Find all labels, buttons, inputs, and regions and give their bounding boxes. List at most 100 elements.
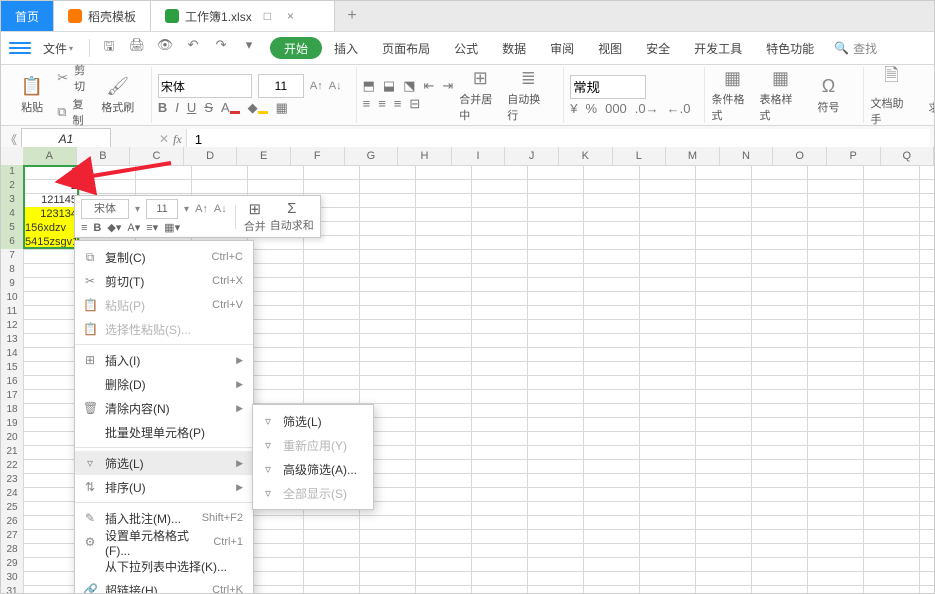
col-header-H[interactable]: H [398, 147, 452, 165]
cell-A6[interactable]: 5415zsgv1s [23, 235, 79, 249]
qat-dropdown[interactable]: ▾ [240, 37, 258, 59]
row-header-29[interactable]: 29 [1, 557, 24, 572]
ribbontab-layout[interactable]: 页面布局 [370, 32, 442, 64]
mini-font-name[interactable]: 宋体 [81, 199, 129, 219]
mini-dec-font-icon[interactable]: A↓ [214, 203, 227, 215]
dec-dec-icon[interactable]: ←.0 [667, 101, 691, 116]
percent-icon[interactable]: % [586, 101, 598, 116]
comma-icon[interactable]: 000 [605, 101, 627, 116]
align-left-icon[interactable]: ≡ [363, 96, 371, 112]
ribbontab-start[interactable]: 开始 [270, 37, 322, 59]
ribbontab-review[interactable]: 审阅 [538, 32, 586, 64]
row-header-6[interactable]: 6 [1, 235, 24, 250]
ctx-复制(C)[interactable]: ⧉复制(C)Ctrl+C [75, 245, 253, 269]
row-header-12[interactable]: 12 [1, 319, 24, 334]
row-header-4[interactable]: 4 [1, 207, 24, 222]
row-header-8[interactable]: 8 [1, 263, 24, 278]
tab-home[interactable]: 首页 [1, 1, 54, 31]
row-header-15[interactable]: 15 [1, 361, 24, 376]
ctx-超链接(H)...[interactable]: 🔗超链接(H)...Ctrl+K [75, 578, 253, 593]
mini-merge-button[interactable]: ⊞合并 [244, 200, 266, 234]
font-color-button[interactable]: A [221, 100, 240, 116]
row-header-25[interactable]: 25 [1, 501, 24, 516]
col-header-N[interactable]: N [720, 147, 774, 165]
strike-button[interactable]: S [204, 100, 213, 116]
col-header-O[interactable]: O [773, 147, 827, 165]
ctx-排序(U)[interactable]: ⇅排序(U)▶ [75, 475, 253, 499]
ribbontab-features[interactable]: 特色功能 [754, 32, 826, 64]
row-header-24[interactable]: 24 [1, 487, 24, 502]
indent-inc-icon[interactable]: ⇥ [442, 78, 453, 94]
col-header-A[interactable]: A [23, 147, 77, 165]
ribbontab-insert[interactable]: 插入 [322, 32, 370, 64]
row-header-23[interactable]: 23 [1, 473, 24, 488]
align-center-icon[interactable]: ≡ [378, 96, 386, 112]
number-format-select[interactable] [570, 75, 646, 99]
wrap-text-button[interactable]: ≣自动换行 [507, 68, 549, 123]
row-header-31[interactable]: 31 [1, 585, 24, 593]
dec-inc-icon[interactable]: .0→ [635, 101, 659, 116]
mini-bold-icon[interactable]: B [93, 222, 101, 234]
ctx-从下拉列表中选择(K)...[interactable]: 从下拉列表中选择(K)... [75, 554, 253, 578]
merge-split-icon[interactable]: ⊟ [409, 96, 420, 112]
row-header-26[interactable]: 26 [1, 515, 24, 530]
doc-assistant-button[interactable]: 🗎文档助手 [870, 63, 912, 127]
col-header-C[interactable]: C [130, 147, 184, 165]
row-header-17[interactable]: 17 [1, 389, 24, 404]
formula-input[interactable] [186, 129, 930, 149]
ribbontab-security[interactable]: 安全 [634, 32, 682, 64]
col-header-J[interactable]: J [505, 147, 559, 165]
file-menu[interactable]: 文件▾ [37, 40, 79, 57]
row-header-9[interactable]: 9 [1, 277, 24, 292]
ctx-插入(I)[interactable]: ⊞插入(I)▶ [75, 348, 253, 372]
spreadsheet-grid[interactable]: ABCDEFGHIJKLMNOPQ 1234567891011121314151… [1, 147, 934, 593]
merge-center-button[interactable]: ⊞合并居中 [459, 68, 501, 123]
row-header-2[interactable]: 2 [1, 179, 24, 194]
column-headers[interactable]: ABCDEFGHIJKLMNOPQ [23, 147, 934, 166]
cond-format-button[interactable]: ▦条件格式 [711, 68, 753, 123]
row-header-13[interactable]: 13 [1, 333, 24, 348]
hamburger-icon[interactable] [7, 38, 33, 58]
cell-A1[interactable]: 1 [23, 165, 79, 179]
sub-筛选(L)[interactable]: ▿筛选(L) [253, 409, 373, 433]
cell-A2[interactable]: 2 [23, 179, 79, 193]
sum-button[interactable]: Σ求和 [918, 76, 935, 115]
print-icon[interactable]: 🖨 [128, 37, 146, 59]
align-top-icon[interactable]: ⬒ [363, 78, 375, 94]
copy-button[interactable]: ⧉复制 [57, 96, 92, 128]
row-header-11[interactable]: 11 [1, 305, 24, 320]
mini-autosum-button[interactable]: Σ自动求和 [270, 200, 314, 233]
table-style-button[interactable]: ▦表格样式 [759, 68, 801, 123]
mini-fontcolor-icon[interactable]: A▾ [127, 221, 140, 234]
col-header-E[interactable]: E [237, 147, 291, 165]
row-header-1[interactable]: 1 [1, 165, 24, 180]
row-header-19[interactable]: 19 [1, 417, 24, 432]
fx-icon[interactable]: fx [173, 132, 182, 147]
col-header-Q[interactable]: Q [881, 147, 935, 165]
dec-font-icon[interactable]: A↓ [329, 80, 342, 92]
bold-button[interactable]: B [158, 100, 167, 116]
border-button[interactable]: ▦ [276, 100, 288, 116]
inc-font-icon[interactable]: A↑ [310, 80, 323, 92]
col-header-L[interactable]: L [613, 147, 667, 165]
row-header-30[interactable]: 30 [1, 571, 24, 586]
align-middle-icon[interactable]: ⬓ [383, 78, 395, 94]
new-tab-button[interactable]: + [335, 1, 369, 31]
currency-icon[interactable]: ¥ [570, 101, 577, 116]
row-header-28[interactable]: 28 [1, 543, 24, 558]
row-header-27[interactable]: 27 [1, 529, 24, 544]
col-header-K[interactable]: K [559, 147, 613, 165]
format-painter-button[interactable]: 🖌格式刷 [99, 76, 137, 115]
popout-icon[interactable]: □ [264, 9, 271, 23]
ribbontab-data[interactable]: 数据 [490, 32, 538, 64]
ctx-剪切(T)[interactable]: ✂剪切(T)Ctrl+X [75, 269, 253, 293]
row-header-5[interactable]: 5 [1, 221, 24, 236]
col-header-M[interactable]: M [666, 147, 720, 165]
cancel-icon[interactable]: ✕ [159, 132, 169, 146]
mini-border-icon[interactable]: ▦▾ [164, 221, 180, 234]
mini-align-icon[interactable]: ≡ [81, 222, 87, 234]
redo-icon[interactable]: ↷ [212, 37, 230, 59]
ctx-设置单元格格式(F)...[interactable]: ⚙设置单元格格式(F)...Ctrl+1 [75, 530, 253, 554]
row-header-20[interactable]: 20 [1, 431, 24, 446]
row-header-7[interactable]: 7 [1, 249, 24, 264]
